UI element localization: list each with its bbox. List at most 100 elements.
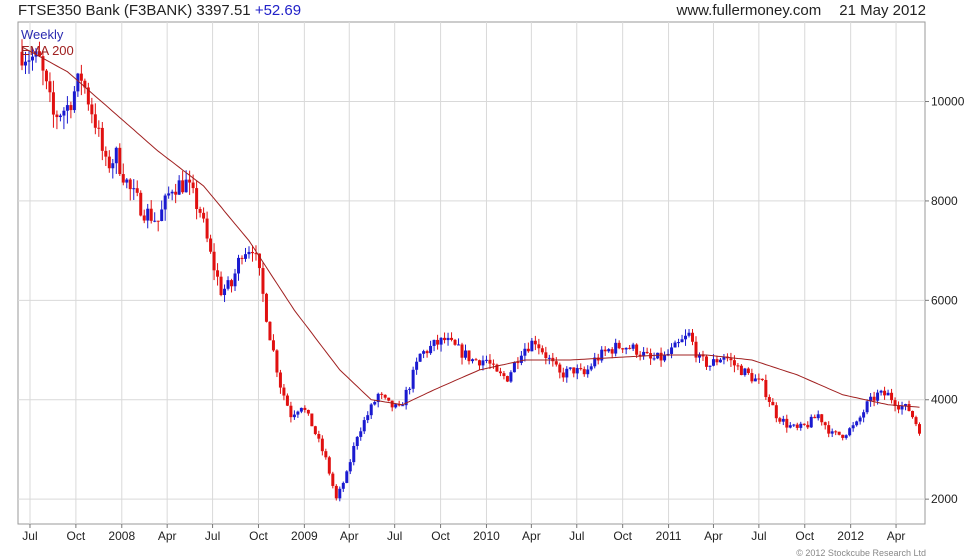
candle-body (100, 127, 104, 151)
candle-body (488, 359, 492, 364)
candle-body (369, 404, 373, 416)
candle-body (512, 362, 516, 373)
candle-body (121, 174, 125, 183)
candle-body (429, 345, 433, 354)
candle-body (509, 372, 513, 382)
candle-body (216, 270, 220, 277)
legend-ema: EMA 200 (21, 43, 74, 58)
candle-body (691, 332, 695, 342)
candle-body (223, 288, 227, 296)
candle-body (111, 163, 115, 169)
candle-body (415, 361, 419, 370)
candle-body (324, 451, 328, 458)
copyright-notice: © 2012 Stockcube Research Ltd (796, 548, 926, 558)
candle-body (736, 365, 740, 367)
x-tick-label: 2010 (473, 529, 500, 543)
candle-body (443, 337, 447, 341)
candle-body (806, 424, 810, 428)
candle-body (271, 340, 275, 351)
candle-body (23, 61, 27, 66)
candle-body (540, 348, 544, 353)
y-tick-label: 6000 (931, 293, 958, 307)
candle-body (198, 209, 202, 213)
candle-body (914, 417, 918, 425)
candle-body (156, 220, 160, 222)
candle-body (436, 339, 440, 345)
candle-body (202, 212, 206, 219)
candle-body (125, 179, 129, 183)
candle-body (774, 405, 778, 419)
candle-body (107, 156, 111, 169)
candle-body (446, 337, 450, 341)
candle-body (219, 276, 223, 296)
candle-body (439, 337, 443, 345)
candle-body (732, 360, 736, 366)
candle-body (299, 407, 303, 412)
candle-body (827, 425, 831, 434)
candle-body (481, 360, 485, 366)
candle-body (628, 347, 632, 349)
candle-body (739, 365, 743, 376)
candle-body (90, 104, 94, 115)
candle-body (464, 350, 468, 358)
candle-body (704, 356, 708, 367)
candle-body (526, 348, 530, 352)
candle-body (212, 251, 216, 271)
candle-body (879, 390, 883, 393)
candle-body (652, 358, 656, 360)
candle-body (264, 293, 268, 322)
candle-body (781, 418, 785, 422)
candle-body (568, 367, 572, 369)
candle-body (303, 407, 307, 410)
candle-body (834, 431, 838, 433)
candle-body (855, 421, 859, 426)
x-tick-label: Jul (22, 529, 37, 543)
candle-body (788, 425, 792, 428)
candle-body (764, 379, 768, 398)
candle-body (320, 438, 324, 452)
candle-body (467, 350, 471, 362)
candle-body (345, 471, 349, 483)
candle-body (802, 423, 806, 425)
candle-body (684, 335, 688, 340)
candle-body (278, 372, 282, 388)
candle-body (230, 280, 234, 287)
candle-body (474, 359, 478, 361)
x-tick-label: 2011 (656, 529, 682, 543)
candle-body (226, 280, 230, 289)
candle-body (680, 339, 684, 343)
candle-body (579, 368, 583, 370)
candle-body (809, 416, 813, 428)
candle-body (62, 110, 66, 116)
candle-body (153, 220, 157, 222)
candle-body (820, 414, 824, 423)
candle-body (174, 191, 178, 195)
x-tick-label: Oct (795, 529, 814, 543)
candle-body (890, 392, 894, 401)
candle-body (746, 368, 750, 374)
candle-body (76, 73, 80, 92)
legend-weekly: Weekly (21, 27, 64, 42)
candle-body (841, 434, 845, 438)
candle-body (355, 436, 359, 446)
candle-body (366, 415, 370, 421)
candle-body (72, 91, 76, 111)
candle-body (918, 424, 922, 434)
candle-body (614, 342, 618, 354)
candle-body (907, 404, 911, 411)
candle-body (139, 192, 143, 216)
candle-body (306, 409, 310, 414)
candle-body (715, 359, 719, 363)
candle-body (477, 360, 481, 366)
candle-body (387, 397, 391, 401)
candle-body (673, 342, 677, 348)
candle-body (533, 340, 537, 345)
candle-body (317, 434, 321, 439)
candle-body (188, 179, 192, 183)
candle-body (743, 368, 747, 376)
candle-body (816, 414, 820, 419)
candle-body (261, 268, 265, 294)
x-tick-label: Apr (522, 529, 541, 543)
candle-body (383, 394, 387, 398)
candle-body (146, 208, 150, 221)
